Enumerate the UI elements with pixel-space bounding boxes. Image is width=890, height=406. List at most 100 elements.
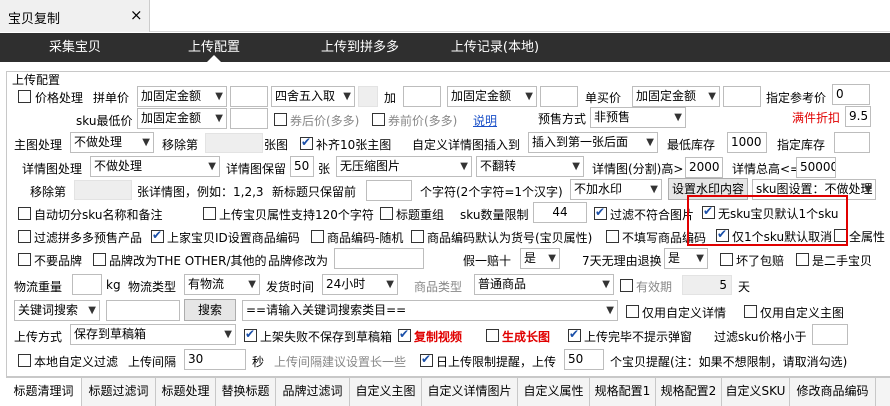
no-popup-checkbox[interactable] <box>568 327 581 342</box>
category-select[interactable]: ==请输入关键词搜索类目== ▼ <box>242 300 618 321</box>
set-stock-input[interactable] <box>834 132 870 153</box>
brand-change-input[interactable] <box>334 248 424 269</box>
weight-input[interactable] <box>72 274 102 295</box>
return-select[interactable]: 是 ▼ <box>664 248 708 269</box>
remove-detail-input[interactable] <box>74 180 132 200</box>
tab-custom-main[interactable]: 自定义主图 <box>350 378 422 406</box>
tab-custom-attr[interactable]: 自定义属性 <box>518 378 590 406</box>
tab-spec-1[interactable]: 规格配置1 <box>590 378 656 406</box>
window-tab[interactable]: 宝贝复制 × <box>0 0 150 32</box>
tab-title-clean[interactable]: 标题清理词 <box>6 378 82 406</box>
single-price-input[interactable] <box>723 86 761 107</box>
chevron-down-icon: ▼ <box>142 137 150 148</box>
sku-min-select[interactable]: 加固定金额 ▼ <box>137 108 227 129</box>
filter-sku-price-input[interactable] <box>812 324 848 345</box>
main-proc-select[interactable]: 不做处理 ▼ <box>70 132 154 153</box>
gen-long-checkbox[interactable] <box>486 329 499 342</box>
upload-mode-select[interactable]: 保存到草稿箱 ▼ <box>70 324 236 345</box>
window-tab-title: 宝贝复制 <box>8 12 61 27</box>
add-input[interactable] <box>403 86 441 107</box>
nav-upload-pdd[interactable]: 上传到拼多多 <box>310 33 410 62</box>
tab-replace-title[interactable]: 替换标题 <box>216 378 276 406</box>
daily-limit-input[interactable]: 50 <box>564 349 604 370</box>
chevron-down-icon: ▼ <box>386 279 394 290</box>
explain-link[interactable]: 说明 <box>473 112 497 129</box>
attr120-checkbox[interactable] <box>203 207 216 220</box>
code-random-checkbox[interactable] <box>311 230 324 243</box>
add-select[interactable]: 加固定金额 ▼ <box>447 86 537 107</box>
code-default-checkbox[interactable] <box>411 230 424 243</box>
local-filter-checkbox[interactable] <box>18 354 31 367</box>
chevron-down-icon: ▼ <box>696 253 704 264</box>
second-hand-label: 是二手宝贝 <box>812 254 873 268</box>
tab-custom-detail[interactable]: 自定义详情图片 <box>422 378 518 406</box>
logi-type-select[interactable]: 有物流 ▼ <box>184 274 260 295</box>
chevron-down-icon: ▼ <box>646 137 654 148</box>
total-input[interactable]: 50000 <box>796 157 836 178</box>
add-value-input[interactable] <box>540 86 578 107</box>
detail-proc-select[interactable]: 不做处理 ▼ <box>90 156 220 177</box>
keyword-select[interactable]: 关键词搜索 ▼ <box>14 300 100 321</box>
daily-limit-checkbox[interactable] <box>420 352 433 367</box>
valid-checkbox[interactable] <box>620 279 633 292</box>
tab-title-filter[interactable]: 标题过滤词 <box>82 378 156 406</box>
keyword-input[interactable] <box>106 300 180 321</box>
watermark-select[interactable]: 不加水印 ▼ <box>570 179 662 200</box>
valid-input[interactable]: 5 <box>682 275 732 295</box>
close-icon[interactable]: × <box>130 6 143 24</box>
group-price-input[interactable] <box>230 86 268 107</box>
search-button[interactable]: 搜索 <box>184 299 236 321</box>
single-price-select[interactable]: 加固定金额 ▼ <box>632 86 720 107</box>
round-select[interactable]: 四舍五入取 ▼ <box>271 86 355 107</box>
remove-main-input[interactable] <box>205 133 263 153</box>
tab-spec-2[interactable]: 规格配置2 <box>656 378 722 406</box>
only-custom-detail-checkbox[interactable] <box>626 305 639 318</box>
ship-time-select[interactable]: 24小时 ▼ <box>322 274 398 295</box>
coupon-after-checkbox[interactable] <box>274 113 287 126</box>
copy-video-checkbox[interactable] <box>398 327 411 342</box>
auto-split-checkbox[interactable] <box>18 207 31 220</box>
split-input[interactable]: 2000 <box>685 157 723 178</box>
sku-limit-input[interactable]: 44 <box>533 202 587 223</box>
chevron-down-icon: ▼ <box>215 91 223 102</box>
coupon-before-checkbox[interactable] <box>372 113 385 126</box>
tab-brand-filter[interactable]: 品牌过滤词 <box>276 378 350 406</box>
interval-input[interactable]: 30 <box>184 349 246 370</box>
new-title-input[interactable] <box>366 180 412 201</box>
insert-select[interactable]: 插入到第一张后面 ▼ <box>528 132 658 153</box>
brand-other-checkbox[interactable] <box>93 253 106 266</box>
nav-collect[interactable]: 采集宝贝 <box>40 33 110 62</box>
goods-type-select[interactable]: 普通商品 ▼ <box>474 274 614 295</box>
title-regroup-checkbox[interactable] <box>380 207 393 220</box>
discount-input[interactable]: 9.5 <box>845 106 871 127</box>
tab-title-proc[interactable]: 标题处理 <box>156 378 216 406</box>
filter-presale-checkbox[interactable] <box>18 230 31 243</box>
min-stock-input[interactable]: 1000 <box>727 132 767 153</box>
no-code-checkbox[interactable] <box>606 230 619 243</box>
broken-checkbox[interactable] <box>720 253 733 266</box>
tab-custom-sku[interactable]: 自定义SKU <box>722 378 790 406</box>
second-hand-checkbox[interactable] <box>796 253 809 266</box>
group-price-select[interactable]: 加固定金额 ▼ <box>137 86 227 107</box>
fake-select[interactable]: 是 ▼ <box>520 248 560 269</box>
nav-upload-record[interactable]: 上传记录(本地) <box>445 33 545 62</box>
shop-id-code-checkbox[interactable] <box>151 228 164 243</box>
price-proc-checkbox[interactable] <box>18 90 31 103</box>
remove-detail-label: 移除第 <box>30 185 67 199</box>
sku-min-input[interactable] <box>230 108 268 129</box>
weight-label: 物流重量 <box>14 280 63 294</box>
tab-modify-code[interactable]: 修改商品编码 <box>790 378 876 406</box>
nav-upload-config[interactable]: 上传配置 <box>178 33 250 62</box>
fail-draft-checkbox[interactable] <box>244 327 257 342</box>
only-custom-main-checkbox[interactable] <box>744 305 757 318</box>
presale-select[interactable]: 非预售 ▼ <box>590 107 686 128</box>
ref-price-input[interactable]: 0 <box>832 84 870 105</box>
full-discount-label[interactable]: 满件折扣 <box>792 109 840 126</box>
fill10-checkbox[interactable] <box>300 135 313 150</box>
no-brand-checkbox[interactable] <box>18 253 31 266</box>
detail-count-input[interactable]: 50 <box>290 156 314 177</box>
daily-note-label: 个宝贝提醒(注：如果不想限制，请取消勾选) <box>610 355 848 369</box>
filter-img-checkbox[interactable] <box>594 205 607 220</box>
compress-select[interactable]: 无压缩图片 ▼ <box>336 156 472 177</box>
flip-select[interactable]: 不翻转 ▼ <box>476 156 584 177</box>
